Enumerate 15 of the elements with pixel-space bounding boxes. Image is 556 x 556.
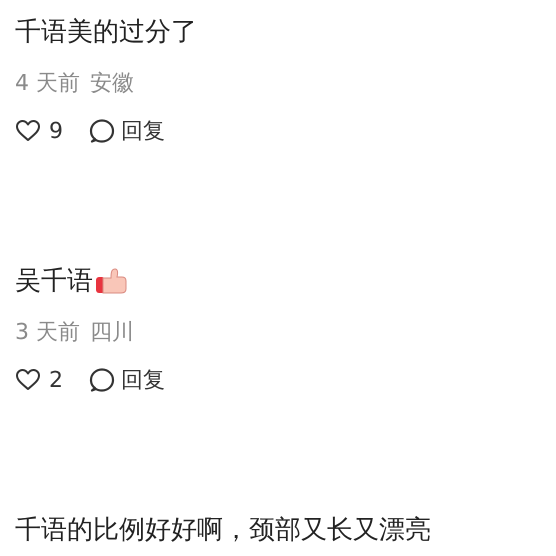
comment-time: 4 天前 <box>15 70 80 98</box>
like-button[interactable]: 9 <box>15 118 63 144</box>
comment-time: 3 天前 <box>15 319 80 347</box>
comment-text: 千语美的过分了 <box>15 16 197 49</box>
comment-text: 千语的比例好好啊，颈部又长又漂亮 <box>15 514 431 547</box>
comment-location: 四川 <box>90 319 134 347</box>
comment-text: 吴千语 <box>15 265 93 298</box>
speech-bubble-icon <box>89 367 115 393</box>
comment-location: 安徽 <box>90 70 134 98</box>
reply-button[interactable]: 回复 <box>89 116 165 146</box>
heart-icon <box>15 119 41 143</box>
speech-bubble-icon <box>89 118 115 144</box>
heart-icon <box>15 368 41 392</box>
reply-button[interactable]: 回复 <box>89 365 165 395</box>
like-button[interactable]: 2 <box>15 368 63 392</box>
